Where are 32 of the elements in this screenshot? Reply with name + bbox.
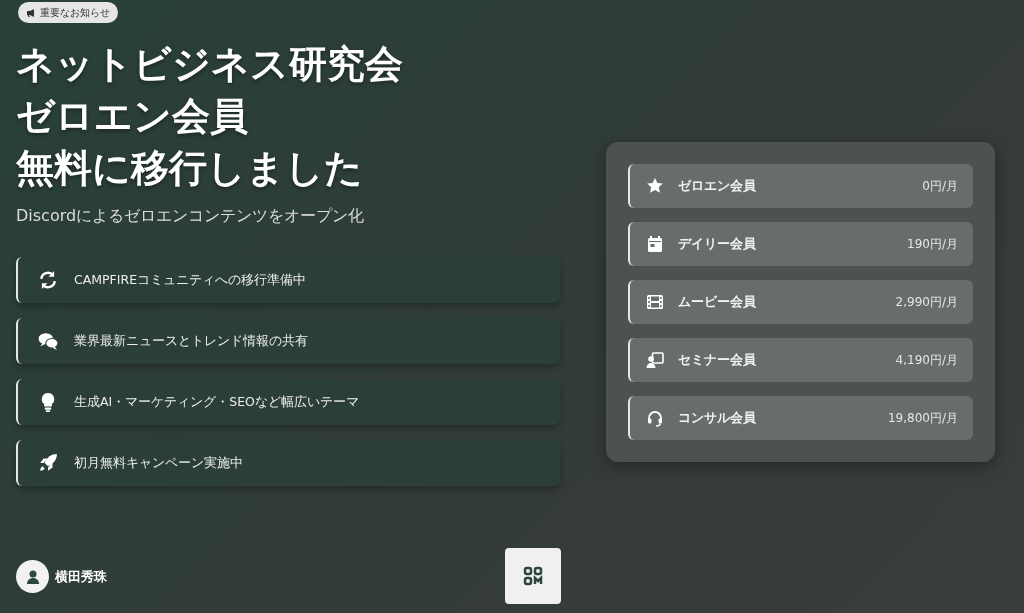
headline-line: ネットビジネス研究会	[16, 41, 403, 88]
feature-text: 初月無料キャンペーン実施中	[74, 453, 243, 472]
qr-code-icon	[523, 566, 543, 586]
headset-icon	[646, 409, 664, 427]
plan-price: 2,990円/月	[895, 294, 958, 311]
feature-text: 業界最新ニュースとトレンド情報の共有	[74, 331, 308, 350]
feature-text: CAMPFIREコミュニティへの移行準備中	[74, 270, 307, 289]
plan-name: セミナー会員	[678, 350, 757, 369]
rocket-icon	[38, 453, 58, 473]
plan-name: コンサル会員	[678, 408, 757, 427]
plan-price: 0円/月	[922, 178, 958, 195]
plan-price: 19,800円/月	[887, 410, 958, 427]
plan-name: デイリー会員	[678, 234, 757, 253]
plan-name: ゼロエン会員	[678, 176, 757, 195]
megaphone-icon	[26, 7, 36, 18]
qr-code-button[interactable]	[505, 548, 561, 604]
plan-price: 190円/月	[907, 236, 958, 253]
person-icon	[24, 568, 41, 585]
calendar-icon	[646, 235, 664, 253]
subtitle: Discordによるゼロエンコンテンツをオープン化	[16, 205, 366, 227]
headline-line: 無料に移行しました	[16, 145, 364, 192]
refresh-icon	[38, 270, 58, 290]
headline-line: ゼロエン会員	[16, 93, 249, 140]
badge-text: 重要なお知らせ	[40, 6, 110, 20]
chat-bubbles-icon	[38, 331, 58, 351]
film-icon	[646, 293, 664, 311]
star-icon	[646, 177, 664, 195]
presenter-icon	[646, 351, 664, 369]
feature-text: 生成AI・マーケティング・SEOなど幅広いテーマ	[74, 392, 359, 411]
author-name: 横田秀珠	[55, 567, 107, 586]
plan-price: 4,190円/月	[895, 352, 958, 369]
plan-name: ムービー会員	[678, 292, 757, 311]
